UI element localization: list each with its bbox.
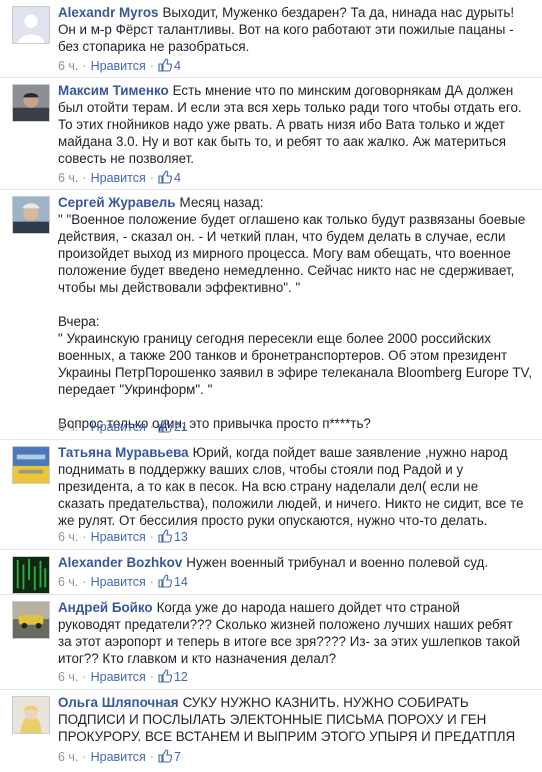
user-photo-icon xyxy=(13,197,49,233)
comment-meta: 6 ч. · Нравится · 14 xyxy=(58,574,188,590)
comment-meta: 6 ч. · Нравится · 4 xyxy=(58,170,181,186)
comment: Alexandr Myros Выходит, Муженко бездарен?… xyxy=(0,0,542,78)
comment-time[interactable]: 6 ч. xyxy=(58,750,78,764)
like-button[interactable]: Нравится xyxy=(91,530,146,544)
user-photo-icon xyxy=(13,85,49,121)
comment: Андрей Бойко Когда уже до народа нашего д… xyxy=(0,595,542,690)
like-button[interactable]: Нравится xyxy=(91,670,146,684)
like-button[interactable]: Нравится xyxy=(91,575,146,589)
comment: Alexander Bozhkov Нужен военный трибунал … xyxy=(0,550,542,595)
like-button[interactable]: Нравится xyxy=(91,420,146,434)
separator: · xyxy=(149,420,154,434)
thumbs-up-icon[interactable] xyxy=(158,419,172,433)
comment-author[interactable]: Сергей Журавель xyxy=(58,195,176,210)
separator: · xyxy=(82,171,87,185)
like-count[interactable]: 4 xyxy=(174,59,181,73)
separator: · xyxy=(82,575,87,589)
like-count[interactable]: 13 xyxy=(174,530,188,544)
separator: · xyxy=(82,530,87,544)
avatar[interactable] xyxy=(12,601,50,639)
thumbs-up-icon[interactable] xyxy=(158,170,172,184)
comment-author[interactable]: Андрей Бойко xyxy=(58,600,153,615)
like-button[interactable]: Нравится xyxy=(91,750,146,764)
separator: · xyxy=(149,670,154,684)
comment-body: Нужен военный трибунал и военно полевой … xyxy=(186,555,489,570)
comment-body: Месяц назад: " "Военное положение будет … xyxy=(58,195,532,431)
avatar[interactable] xyxy=(12,696,50,734)
comment-text: Alexandr Myros Выходит, Муженко бездарен?… xyxy=(58,4,534,55)
thumbs-up-icon[interactable] xyxy=(158,749,172,763)
like-count[interactable]: 21 xyxy=(174,420,188,434)
comment-author[interactable]: Alexandr Myros xyxy=(58,5,158,20)
thumbs-up-icon[interactable] xyxy=(158,58,172,72)
separator: · xyxy=(149,530,154,544)
comment-feed: Alexandr Myros Выходит, Муженко бездарен?… xyxy=(0,0,542,772)
like-count[interactable]: 12 xyxy=(174,670,188,684)
comment-time[interactable]: 6 ч. xyxy=(58,171,78,185)
comment-text: Андрей Бойко Когда уже до народа нашего д… xyxy=(58,599,534,667)
avatar[interactable] xyxy=(12,84,50,122)
comment: Максим Тименко Есть мнение что по минским… xyxy=(0,78,542,190)
comment-text: Alexander Bozhkov Нужен военный трибунал … xyxy=(58,554,534,571)
like-count[interactable]: 7 xyxy=(174,750,181,764)
like-count[interactable]: 4 xyxy=(174,171,181,185)
separator: · xyxy=(149,750,154,764)
comment-author[interactable]: Татьяна Муравьева xyxy=(58,445,189,460)
separator: · xyxy=(82,670,87,684)
comment: Сергей Журавель Месяц назад: " "Военное п… xyxy=(0,190,542,440)
default-avatar-icon xyxy=(13,7,49,43)
comment-meta: 6 ч. · Нравится · 12 xyxy=(58,669,188,685)
separator: · xyxy=(82,59,87,73)
comment-text: Сергей Журавель Месяц назад: " "Военное п… xyxy=(58,194,534,432)
comment-author[interactable]: Ольга Шляпочная xyxy=(58,695,179,710)
comment-text: Максим Тименко Есть мнение что по минским… xyxy=(58,82,534,167)
avatar[interactable] xyxy=(12,196,50,234)
comment: Ольга Шляпочная СУКУ НУЖНО КАЗНИТЬ. НУЖНО… xyxy=(0,690,542,772)
comment-meta: 6 ч. · Нравится · 7 xyxy=(58,749,181,765)
separator: · xyxy=(149,575,154,589)
comment-author[interactable]: Alexander Bozhkov xyxy=(58,555,182,570)
thumbs-up-icon[interactable] xyxy=(158,574,172,588)
thumbs-up-icon[interactable] xyxy=(158,669,172,683)
user-photo-icon xyxy=(13,557,49,593)
avatar[interactable] xyxy=(12,446,50,484)
comment-time[interactable]: 6 ч. xyxy=(58,575,78,589)
comment-time[interactable]: 6 ч. xyxy=(58,530,78,544)
comment-meta: 6 ч. · Нравится · 4 xyxy=(58,58,181,74)
comment-text: Татьяна Муравьева Юрий, когда пойдет ваше… xyxy=(58,444,534,529)
user-photo-icon xyxy=(13,602,49,638)
like-count[interactable]: 14 xyxy=(174,575,188,589)
comment: Татьяна Муравьева Юрий, когда пойдет ваше… xyxy=(0,440,542,550)
like-button[interactable]: Нравится xyxy=(91,171,146,185)
user-photo-icon xyxy=(13,447,49,483)
avatar[interactable] xyxy=(12,556,50,594)
comment-time[interactable]: 6 ч. xyxy=(58,670,78,684)
separator: · xyxy=(82,750,87,764)
comment-text: Ольга Шляпочная СУКУ НУЖНО КАЗНИТЬ. НУЖНО… xyxy=(58,694,534,745)
comment-time[interactable]: 6 ч. xyxy=(58,420,78,434)
avatar[interactable] xyxy=(12,6,50,44)
separator: · xyxy=(82,420,87,434)
comment-author[interactable]: Максим Тименко xyxy=(58,83,169,98)
comment-meta: 6 ч. · Нравится · 21 xyxy=(58,419,188,435)
comment-time[interactable]: 6 ч. xyxy=(58,59,78,73)
separator: · xyxy=(149,59,154,73)
user-photo-icon xyxy=(13,697,49,733)
like-button[interactable]: Нравится xyxy=(91,59,146,73)
thumbs-up-icon[interactable] xyxy=(158,529,172,543)
separator: · xyxy=(149,171,154,185)
comment-meta: 6 ч. · Нравится · 13 xyxy=(58,529,188,545)
